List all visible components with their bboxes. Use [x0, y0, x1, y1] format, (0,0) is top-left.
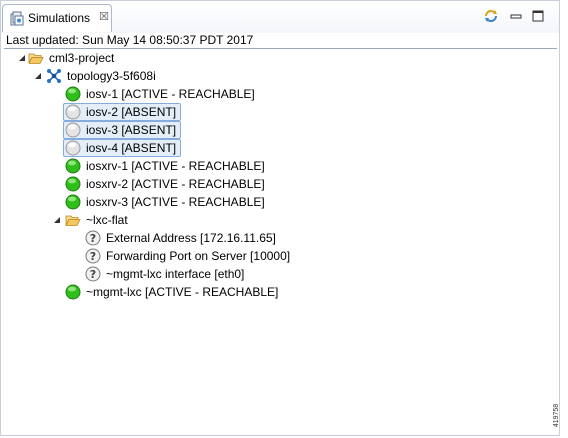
tree-item-property[interactable]: ? ~mgmt-lxc interface [eth0]	[85, 265, 244, 283]
question-icon: ?	[85, 248, 101, 264]
question-icon: ?	[85, 266, 101, 282]
node-label: iosv-1 [ACTIVE - REACHABLE]	[86, 87, 255, 101]
tree-item-node[interactable]: iosv-2 [ABSENT]	[63, 103, 182, 121]
tree-item-node[interactable]: iosv-1 [ACTIVE - REACHABLE]	[65, 85, 255, 103]
green-status-icon	[65, 176, 81, 192]
green-status-icon	[65, 194, 81, 210]
simulations-view: Simulations ☒ Last updated: Sun May 14 0…	[0, 0, 560, 436]
selection-highlight: iosv-4 [ABSENT]	[63, 139, 182, 157]
tab-simulations[interactable]: Simulations ☒	[2, 4, 112, 32]
tree-item-property[interactable]: ? Forwarding Port on Server [10000]	[85, 247, 290, 265]
topology-icon	[47, 69, 61, 83]
expand-twisty-icon[interactable]	[34, 72, 42, 80]
tree-item-node[interactable]: iosxrv-2 [ACTIVE - REACHABLE]	[65, 175, 265, 193]
tree-item-topology[interactable]: topology3-5f608i	[46, 67, 156, 85]
tree-item-node[interactable]: iosv-3 [ABSENT]	[63, 121, 182, 139]
view-tab-bar: Simulations ☒	[1, 1, 559, 33]
node-label: iosxrv-3 [ACTIVE - REACHABLE]	[86, 195, 265, 209]
grey-status-icon	[65, 140, 81, 156]
tree-item-node[interactable]: iosxrv-3 [ACTIVE - REACHABLE]	[65, 193, 265, 211]
lxc-folder-label: ~lxc-flat	[86, 213, 128, 227]
node-label: iosxrv-1 [ACTIVE - REACHABLE]	[86, 159, 265, 173]
node-label: iosv-2 [ABSENT]	[86, 105, 177, 119]
maximize-icon[interactable]	[530, 8, 546, 24]
figure-code: 419758	[553, 400, 567, 434]
tree-item-node[interactable]: iosxrv-1 [ACTIVE - REACHABLE]	[65, 157, 265, 175]
node-label: ~mgmt-lxc [ACTIVE - REACHABLE]	[86, 285, 279, 299]
svg-text:?: ?	[90, 250, 96, 263]
selection-highlight: iosv-3 [ABSENT]	[63, 121, 182, 139]
grey-status-icon	[65, 104, 81, 120]
svg-text:?: ?	[90, 232, 96, 245]
expand-twisty-icon[interactable]	[18, 54, 26, 62]
green-status-icon	[65, 158, 81, 174]
selection-highlight: iosv-2 [ABSENT]	[63, 103, 182, 121]
figure-code-text: 419758	[553, 403, 561, 428]
tree-item-node[interactable]: ~mgmt-lxc [ACTIVE - REACHABLE]	[65, 283, 278, 301]
property-label: ~mgmt-lxc interface [eth0]	[106, 267, 245, 281]
property-label: External Address [172.16.11.65]	[106, 231, 276, 245]
property-label: Forwarding Port on Server [10000]	[106, 249, 291, 263]
node-label: iosv-3 [ABSENT]	[86, 123, 177, 137]
expand-twisty-icon[interactable]	[53, 216, 61, 224]
svg-text:?: ?	[90, 268, 96, 281]
topology-label: topology3-5f608i	[67, 69, 156, 83]
tree-item-property[interactable]: ? External Address [172.16.11.65]	[85, 229, 276, 247]
tree-item-project[interactable]: cml3-project	[28, 49, 114, 67]
folder-open-icon	[65, 215, 81, 226]
tab-title: Simulations	[28, 11, 91, 25]
grey-status-icon	[65, 122, 81, 138]
tree-item-lxc-folder[interactable]: ~lxc-flat	[65, 211, 128, 229]
close-icon[interactable]: ☒	[98, 10, 110, 24]
tree-item-node[interactable]: iosv-4 [ABSENT]	[63, 139, 182, 157]
minimize-icon[interactable]	[508, 8, 524, 24]
project-label: cml3-project	[49, 51, 115, 65]
node-label: iosv-4 [ABSENT]	[86, 141, 177, 155]
folder-open-icon	[28, 53, 44, 64]
green-status-icon	[65, 86, 81, 102]
sync-icon[interactable]	[483, 8, 499, 24]
last-updated-text: Last updated: Sun May 14 08:50:37 PDT 20…	[6, 33, 254, 47]
node-label: iosxrv-2 [ACTIVE - REACHABLE]	[86, 177, 265, 191]
question-icon: ?	[85, 230, 101, 246]
simulations-view-icon	[10, 11, 24, 26]
green-status-icon	[65, 284, 81, 300]
